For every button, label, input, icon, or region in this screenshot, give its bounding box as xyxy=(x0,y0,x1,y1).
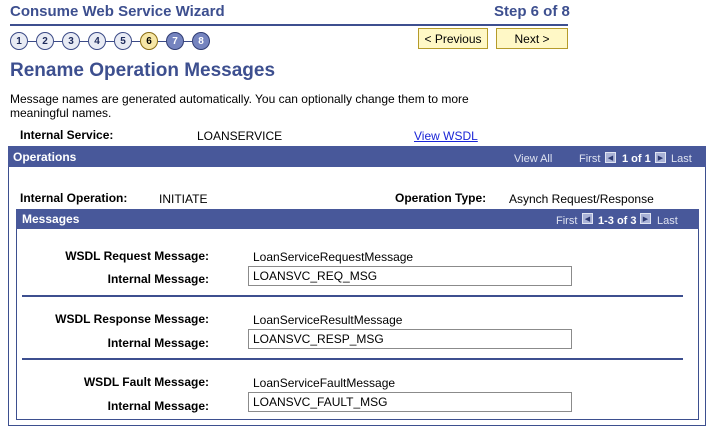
messages-grid-header xyxy=(16,209,699,229)
wsdl-fault-label: WSDL Fault Message: xyxy=(83,375,209,389)
operations-grid-header xyxy=(8,146,706,167)
step-1[interactable]: 1 xyxy=(10,32,28,50)
messages-first-label[interactable]: First xyxy=(556,215,577,227)
internal-response-input[interactable] xyxy=(248,329,572,349)
wsdl-response-value: LoanServiceResultMessage xyxy=(253,313,403,327)
operations-prev-arrow-icon[interactable]: ◀ xyxy=(605,152,616,163)
step-5[interactable]: 5 xyxy=(114,32,132,50)
internal-operation-label: Internal Operation: xyxy=(20,191,128,205)
messages-count: 1-3 of 3 xyxy=(598,215,637,227)
internal-request-input[interactable] xyxy=(248,266,572,286)
step-indicator: Step 6 of 8 xyxy=(494,3,570,20)
step-6-current: 6 xyxy=(140,32,158,50)
step-connector xyxy=(132,40,140,42)
step-connector xyxy=(184,40,192,42)
page-title: Rename Operation Messages xyxy=(10,60,276,81)
step-3[interactable]: 3 xyxy=(62,32,80,50)
internal-fault-label: Internal Message: xyxy=(107,399,209,413)
step-connector xyxy=(54,40,62,42)
header-divider xyxy=(10,24,568,26)
step-connector xyxy=(158,40,166,42)
row-separator xyxy=(22,358,683,360)
operations-count: 1 of 1 xyxy=(622,153,651,165)
instructions-text: Message names are generated automaticall… xyxy=(10,92,469,120)
step-train: 1 2 3 4 5 6 7 8 xyxy=(10,31,210,51)
messages-last-label[interactable]: Last xyxy=(657,215,678,227)
wsdl-request-label: WSDL Request Message: xyxy=(65,249,209,263)
step-connector xyxy=(106,40,114,42)
step-connector xyxy=(28,40,36,42)
internal-operation-value: INITIATE xyxy=(159,192,208,206)
internal-service-label: Internal Service: xyxy=(20,128,114,142)
step-8: 8 xyxy=(192,32,210,50)
previous-button[interactable]: < Previous xyxy=(418,28,488,49)
operations-view-all-link[interactable]: View All xyxy=(514,153,552,165)
step-2[interactable]: 2 xyxy=(36,32,54,50)
wsdl-request-value: LoanServiceRequestMessage xyxy=(253,250,414,264)
internal-response-label: Internal Message: xyxy=(107,336,209,350)
row-separator xyxy=(22,295,683,297)
operations-first-label[interactable]: First xyxy=(579,153,600,165)
internal-request-label: Internal Message: xyxy=(107,272,209,286)
view-wsdl-link[interactable]: View WSDL xyxy=(414,129,478,143)
internal-fault-input[interactable] xyxy=(248,392,572,412)
internal-service-value: LOANSERVICE xyxy=(197,129,283,143)
operations-next-arrow-icon[interactable]: ▶ xyxy=(655,152,666,163)
operation-type-value: Asynch Request/Response xyxy=(509,192,654,206)
operations-title: Operations xyxy=(13,150,77,164)
messages-title: Messages xyxy=(22,212,80,226)
step-4[interactable]: 4 xyxy=(88,32,106,50)
step-connector xyxy=(80,40,88,42)
messages-prev-arrow-icon[interactable]: ◀ xyxy=(582,213,593,224)
operation-type-label: Operation Type: xyxy=(395,191,487,205)
wizard-title: Consume Web Service Wizard xyxy=(10,3,225,20)
messages-next-arrow-icon[interactable]: ▶ xyxy=(640,213,651,224)
operations-last-label[interactable]: Last xyxy=(671,153,692,165)
step-7: 7 xyxy=(166,32,184,50)
wsdl-fault-value: LoanServiceFaultMessage xyxy=(253,376,396,390)
wsdl-response-label: WSDL Response Message: xyxy=(55,312,209,326)
next-button[interactable]: Next > xyxy=(496,28,568,49)
